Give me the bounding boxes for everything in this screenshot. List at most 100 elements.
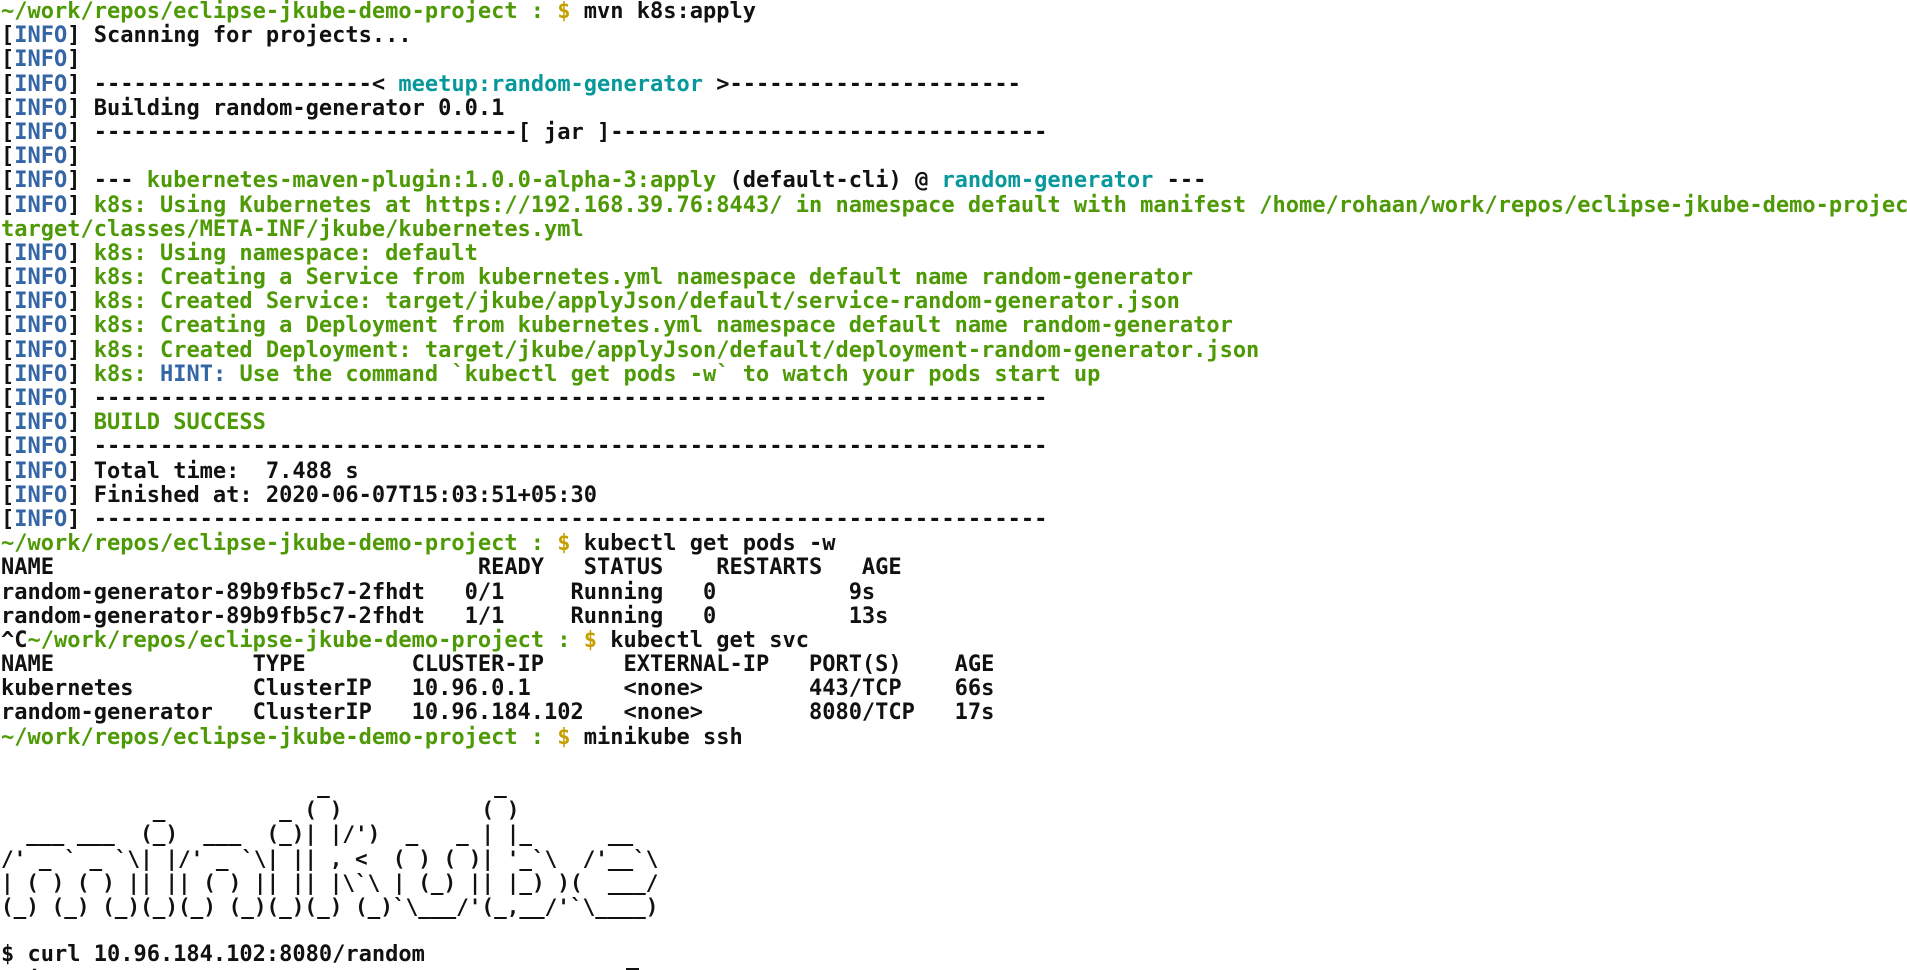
terminal-text-segment: INFO — [14, 168, 68, 194]
terminal-line: ~/work/repos/eclipse-jkube-demo-project … — [1, 724, 1907, 750]
terminal-line: NAME TYPE CLUSTER-IP EXTERNAL-IP PORT(S)… — [1, 652, 1907, 677]
terminal-text-segment: INFO — [14, 95, 68, 121]
terminal-line: ~/work/repos/eclipse-jkube-demo-project … — [1, 0, 1907, 24]
terminal-text-segment: ] --------------------------------------… — [67, 434, 1048, 460]
terminal-text-segment: kubernetes ClusterIP 10.96.0.1 <none> 44… — [1, 676, 995, 702]
terminal-text-segment: INFO — [14, 240, 68, 266]
terminal-text-segment: [ — [1, 47, 15, 73]
terminal-text-segment: kubernetes-maven-plugin:1.0.0-alpha-3:ap… — [146, 168, 717, 194]
terminal-text-segment: random-generator-89b9fb5c7-2fhdt 0/1 Run… — [1, 579, 876, 605]
terminal-text-segment: [ — [1, 144, 15, 170]
terminal-text-segment: $ — [583, 627, 611, 653]
terminal-text-segment: ] --------------------------------------… — [67, 506, 1048, 532]
ascii-art-line: _ _ — [1, 774, 1907, 798]
terminal-text-segment: [ — [1, 337, 15, 363]
terminal-text-segment: mvn k8s:apply — [583, 0, 756, 24]
terminal-text-segment: ] Finished at: 2020-06-07T15:03:51+05:30 — [67, 482, 598, 508]
terminal-text-segment: ] ---------------------< — [67, 71, 399, 97]
terminal-text-segment: [ — [1, 386, 15, 411]
terminal-text-segment: [ — [1, 410, 15, 436]
terminal-line: [INFO] Finished at: 2020-06-07T15:03:51+… — [1, 482, 1907, 508]
terminal-text-segment: [ — [1, 240, 15, 266]
terminal-text-segment: [ — [1, 265, 15, 291]
terminal-text-segment: (_) (_) (_)(_)(_) (_)(_)(_) (_)`\___/'(_… — [1, 894, 659, 919]
terminal-text-segment: $ — [557, 724, 584, 750]
terminal-line: [INFO] k8s: Created Service: target/jkub… — [1, 290, 1907, 314]
terminal-text-segment: --- — [1153, 168, 1207, 194]
terminal-text-segment: $ — [557, 531, 584, 557]
terminal-line: [INFO] Building random-generator 0.0.1 — [1, 95, 1907, 121]
terminal-text-segment: INFO — [14, 482, 68, 508]
terminal-text-segment: [ — [1, 23, 15, 49]
terminal-text-segment: [ — [1, 289, 15, 315]
terminal-text-segment: ] — [67, 47, 81, 73]
terminal-line: [INFO] Total time: 7.488 s — [1, 458, 1907, 484]
terminal-text-segment: [ — [1, 482, 15, 508]
terminal-line: kubernetes ClusterIP 10.96.0.1 <none> 44… — [1, 677, 1907, 701]
terminal-text-segment: ~/work/repos/eclipse-jkube-demo-project … — [1, 0, 558, 24]
terminal-text-segment: ] — [67, 240, 94, 266]
terminal-line: [INFO] ---------------------< meetup:ran… — [1, 71, 1907, 97]
terminal-line: [INFO] ---------------------------------… — [1, 506, 1907, 532]
terminal-text-segment: [ — [1, 458, 15, 484]
terminal-text-segment: INFO — [14, 506, 68, 532]
ascii-art-line: | ( ) ( ) || || ( ) || || |\`\ | (_) || … — [1, 871, 1907, 895]
terminal-line: $ curl 10.96.184.102:8080/random — [1, 943, 1907, 967]
terminal-text-segment: _ _ ( ) ( ) — [1, 798, 659, 823]
terminal-line: [INFO] ---------------------------------… — [1, 435, 1907, 459]
terminal-text-segment: minikube ssh — [583, 724, 743, 750]
terminal-line: [INFO] k8s: Creating a Deployment from k… — [1, 314, 1907, 338]
ascii-art-line: (_) (_) (_)(_)(_) (_)(_)(_) (_)`\___/'(_… — [1, 895, 1907, 919]
terminal-line: [INFO] k8s: Using Kubernetes at https://… — [1, 192, 1907, 218]
terminal-text-segment: ] — [67, 313, 94, 339]
terminal-text-segment: ] — [67, 337, 94, 363]
terminal-text-segment: INFO — [14, 119, 68, 145]
terminal-text-segment: ] Total time: 7.488 s — [67, 458, 359, 484]
terminal-text-segment: k8s: Created Service: target/jkube/apply… — [93, 289, 1180, 315]
terminal-text-segment: ] — [67, 144, 81, 170]
terminal-line: [INFO] — [1, 48, 1907, 72]
terminal-text-segment: >---------------------- — [703, 71, 1021, 97]
terminal-line: [INFO] --- kubernetes-maven-plugin:1.0.0… — [1, 169, 1907, 193]
terminal-text-segment: [ — [1, 361, 15, 387]
terminal-line: ^C~/work/repos/eclipse-jkube-demo-projec… — [1, 627, 1907, 653]
terminal-text-segment: [ — [1, 313, 15, 339]
terminal-text-segment: INFO — [14, 47, 68, 73]
terminal-text-segment: random-generator ClusterIP 10.96.184.102… — [1, 700, 995, 726]
terminal-text-segment: NAME READY STATUS RESTARTS AGE — [1, 555, 902, 581]
terminal-text-segment: ] --- — [67, 168, 147, 194]
terminal-line: [INFO] k8s: HINT: Use the command `kubec… — [1, 361, 1907, 387]
terminal-text-segment: INFO — [14, 144, 68, 170]
terminal-text-segment: INFO — [14, 23, 68, 49]
terminal-line: NAME READY STATUS RESTARTS AGE — [1, 556, 1907, 580]
terminal-text-segment: ~/work/repos/eclipse-jkube-demo-project … — [27, 627, 584, 653]
terminal-window[interactable]: ~/work/repos/eclipse-jkube-demo-project … — [0, 0, 1907, 970]
terminal-text-segment: ] — [67, 192, 94, 218]
terminal-text-segment: ~/work/repos/eclipse-jkube-demo-project … — [1, 531, 558, 557]
terminal-text-segment: k8s: Using namespace: default — [93, 240, 478, 266]
terminal-text-segment: ] --------------------------------------… — [67, 386, 1048, 411]
terminal-text-segment: [ — [1, 192, 15, 218]
terminal-text-segment: INFO — [14, 410, 68, 436]
terminal-text-segment: INFO — [14, 458, 68, 484]
terminal-text-segment: HINT: — [159, 361, 227, 387]
terminal-text-segment: BUILD SUCCESS — [93, 410, 266, 436]
terminal-text-segment: ] — [67, 410, 94, 436]
ascii-art-line: _ _ ( ) ( ) — [1, 798, 1907, 822]
terminal-line: [INFO] k8s: Using namespace: default — [1, 240, 1907, 266]
terminal-text-segment: INFO — [14, 71, 68, 97]
terminal-text-segment: INFO — [14, 434, 68, 460]
terminal-text-segment: ] --------------------------------[ jar … — [67, 119, 1048, 145]
terminal-text-segment: [ — [1, 434, 15, 460]
terminal-text-segment: kubectl get svc — [610, 627, 809, 653]
terminal-text-segment: $ curl 10.96.184.102:8080/random — [1, 942, 425, 968]
terminal-text-segment: (default-cli) @ — [716, 168, 942, 194]
terminal-line: [INFO] k8s: Creating a Service from kube… — [1, 265, 1907, 291]
terminal-text-segment: k8s: Using Kubernetes at https://192.168… — [93, 192, 1907, 218]
terminal-text-segment: ] — [67, 289, 94, 315]
terminal-text-segment: | ( ) ( ) || || ( ) || || |\`\ | (_) || … — [1, 870, 659, 895]
terminal-text-segment: [ — [1, 168, 15, 194]
terminal-text-segment: Use the command `kubectl get pods -w` to… — [226, 361, 1101, 387]
terminal-text-segment: ~/work/repos/eclipse-jkube-demo-project … — [1, 724, 558, 750]
